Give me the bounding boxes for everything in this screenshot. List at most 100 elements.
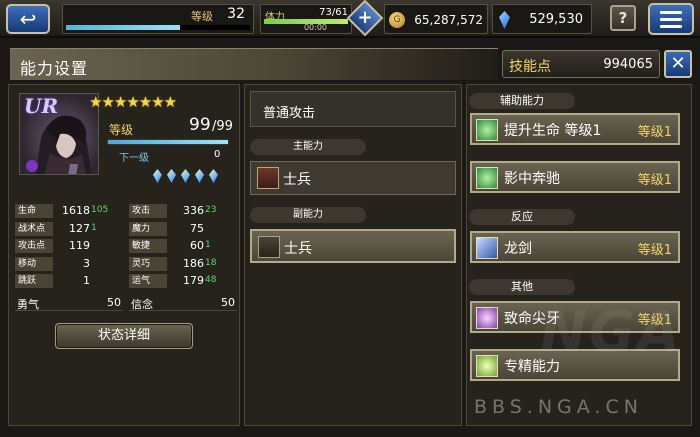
stat-label: 灵巧 bbox=[129, 256, 167, 271]
fang-icon bbox=[476, 307, 498, 329]
player-level-box: 等级 32 bbox=[62, 4, 254, 34]
support-slot-1[interactable]: 提升生命 等级1 等级1 bbox=[470, 113, 680, 145]
stat-cell: 攻击 336 23 bbox=[129, 204, 234, 219]
watermark-logo: NGA bbox=[540, 300, 683, 365]
secondary-ability-label: 士兵 bbox=[284, 241, 312, 257]
stat-value: 127 bbox=[69, 221, 90, 235]
gil-coin-icon: G bbox=[389, 12, 405, 28]
stat-cell: 运气 179 48 bbox=[129, 274, 234, 289]
crystal-icon bbox=[181, 169, 190, 183]
player-exp-fill bbox=[66, 25, 181, 30]
menu-icon-line bbox=[660, 24, 682, 28]
gil-box: G 65,287,572 bbox=[384, 4, 488, 34]
dragon-sword-icon bbox=[476, 237, 498, 259]
character-panel: UR ★★★★★★★ 等级 99 /99 下一级 0 生命 1618 105 攻击 33… bbox=[8, 84, 240, 426]
reaction-name: 龙剑 bbox=[504, 241, 532, 257]
crystal-icon bbox=[209, 169, 218, 183]
close-icon: ✕ bbox=[670, 53, 686, 74]
menu-button[interactable] bbox=[648, 3, 694, 35]
back-button[interactable]: ↩ bbox=[6, 4, 50, 34]
close-button[interactable]: ✕ bbox=[664, 50, 692, 78]
stat-label: 魔力 bbox=[129, 221, 167, 236]
gem-box: 529,530 bbox=[492, 4, 592, 34]
stat-bonus: 1 bbox=[205, 240, 211, 250]
status-detail-button[interactable]: 状态详细 bbox=[55, 323, 193, 349]
character-exp-fill bbox=[108, 140, 228, 144]
stat-cell: 跳跃 1 bbox=[15, 274, 120, 289]
sword-icon bbox=[257, 167, 279, 189]
support-slot-1-level: 等级1 bbox=[637, 125, 672, 140]
gem-value: 529,530 bbox=[529, 12, 583, 27]
skill-points-label: 技能点 bbox=[509, 59, 551, 75]
rarity-stars: ★★★★★★★ bbox=[89, 93, 177, 111]
bravery-cell: 勇气 50 bbox=[15, 294, 123, 311]
stat-cell: 攻击点 119 bbox=[15, 239, 120, 254]
stat-label: 移动 bbox=[15, 256, 53, 271]
stat-bonus: 48 bbox=[205, 275, 217, 285]
menu-icon-line bbox=[660, 17, 682, 21]
character-exp-bar bbox=[107, 139, 229, 145]
support-slot-2[interactable]: 影中奔驰 等级1 bbox=[470, 161, 680, 193]
support-slot-1-name: 提升生命 等级1 bbox=[504, 123, 602, 139]
bravery-value: 50 bbox=[107, 295, 121, 309]
stat-value: 3 bbox=[83, 256, 90, 270]
crystal-icon bbox=[195, 169, 204, 183]
stat-value: 75 bbox=[190, 221, 204, 235]
bravery-faith-row: 勇气 50 信念 50 bbox=[15, 294, 237, 314]
primary-ability-slot[interactable]: 士兵 bbox=[250, 161, 456, 195]
stat-value: 179 bbox=[183, 274, 204, 287]
other-header: 其他 bbox=[469, 279, 575, 295]
stat-cell: 移动 3 bbox=[15, 256, 120, 272]
player-exp-bar bbox=[66, 25, 250, 30]
secondary-ability-header: 副能力 bbox=[250, 207, 366, 223]
stat-value: 186 bbox=[183, 256, 204, 270]
next-level-label: 下一级 bbox=[119, 153, 149, 164]
stat-value: 1618 bbox=[62, 204, 90, 217]
primary-ability-label: 士兵 bbox=[283, 172, 311, 188]
stat-label: 战术点 bbox=[15, 221, 53, 236]
watermark-text: BBS.NGA.CN bbox=[474, 396, 643, 418]
stat-bonus: 105 bbox=[91, 205, 109, 215]
character-level-label: 等级 bbox=[109, 123, 134, 137]
stat-label: 攻击 bbox=[129, 204, 167, 218]
primary-ability-header: 主能力 bbox=[250, 139, 366, 155]
crystal-row bbox=[153, 169, 218, 183]
stamina-timer: 00:00 bbox=[303, 23, 327, 32]
gil-value: 65,287,572 bbox=[414, 13, 483, 27]
mastery-icon bbox=[476, 355, 498, 377]
support-ability-icon bbox=[476, 167, 498, 189]
player-level-value: 32 bbox=[227, 6, 245, 22]
stat-label: 生命 bbox=[15, 204, 53, 218]
reaction-slot[interactable]: 龙剑 等级1 bbox=[470, 231, 680, 263]
support-slot-2-name: 影中奔驰 bbox=[504, 171, 560, 187]
stat-label: 运气 bbox=[129, 274, 167, 288]
top-bar: ↩ 等级 32 体力 73/61 00:00 + G 65,287,572 52… bbox=[0, 0, 700, 38]
menu-icon bbox=[660, 10, 682, 14]
stat-row: 攻击点 119 敏捷 60 1 bbox=[15, 238, 235, 256]
player-level-label: 等级 bbox=[191, 10, 213, 23]
next-level-value: 0 bbox=[214, 149, 221, 160]
support-ability-icon bbox=[476, 119, 498, 141]
stat-row: 移动 3 灵巧 186 18 bbox=[15, 256, 235, 274]
stat-row: 战术点 127 1 魔力 75 bbox=[15, 221, 235, 239]
secondary-ability-slot[interactable]: 士兵 bbox=[250, 229, 456, 263]
help-button[interactable]: ? bbox=[610, 5, 636, 31]
stat-value: 1 bbox=[83, 274, 90, 287]
add-stamina-button[interactable]: + bbox=[346, 0, 384, 37]
support-slot-2-level: 等级1 bbox=[637, 173, 672, 188]
support-ability-header: 辅助能力 bbox=[469, 93, 575, 109]
normal-attack-slot[interactable]: 普通攻击 bbox=[250, 91, 456, 127]
faith-cell: 信念 50 bbox=[129, 294, 237, 311]
sword-icon bbox=[258, 236, 280, 258]
ability-panel: 普通攻击 主能力 士兵 副能力 士兵 bbox=[244, 84, 462, 426]
gem-icon bbox=[499, 11, 510, 29]
rarity-badge: UR bbox=[24, 94, 59, 118]
skill-points-box: 技能点 994065 bbox=[502, 50, 660, 78]
stat-row: 生命 1618 105 攻击 336 23 bbox=[15, 203, 235, 221]
stat-label: 敏捷 bbox=[129, 239, 167, 253]
stat-label: 攻击点 bbox=[15, 239, 53, 253]
stat-table: 生命 1618 105 攻击 336 23 战术点 127 1 魔力 75 攻击点 119 敏捷 60 1 移动… bbox=[15, 203, 237, 314]
stat-cell: 生命 1618 105 bbox=[15, 204, 120, 219]
question-icon: ? bbox=[618, 9, 628, 27]
character-level-value: 99 bbox=[189, 115, 211, 135]
